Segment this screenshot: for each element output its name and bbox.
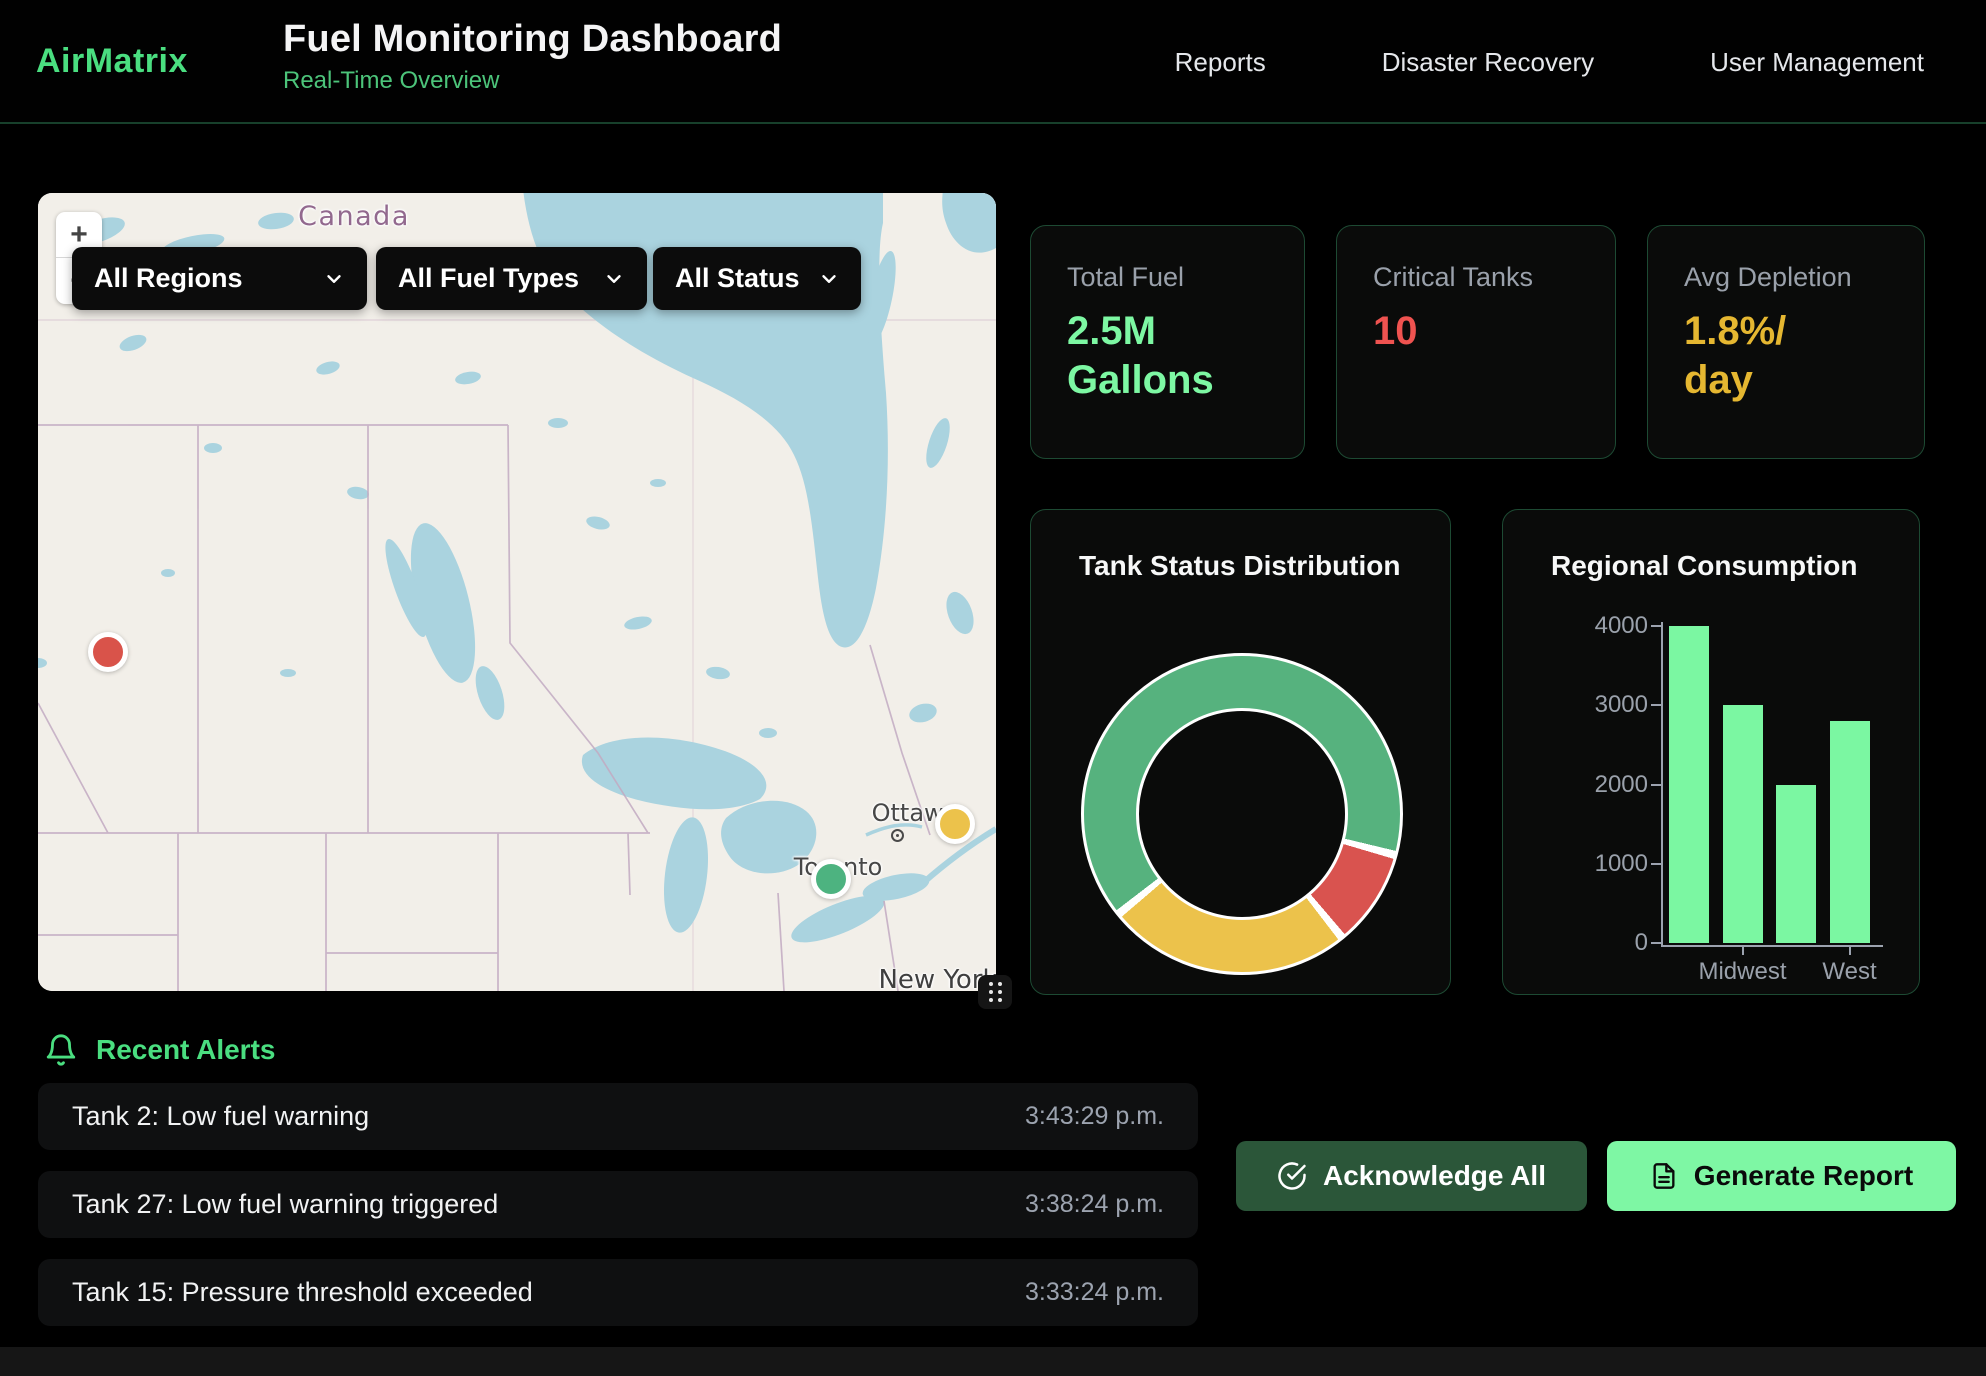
nav-user-management[interactable]: User Management (1710, 47, 1924, 78)
stat-card-avg-depletion: Avg Depletion 1.8%/ day (1647, 225, 1925, 459)
page-title: Fuel Monitoring Dashboard (283, 18, 782, 61)
x-axis-tick-label: West (1822, 958, 1876, 986)
bar-west[interactable] (1830, 721, 1870, 943)
x-axis-tick (1742, 947, 1744, 955)
chevron-down-icon (603, 268, 625, 290)
alert-timestamp: 3:43:29 p.m. (1025, 1102, 1164, 1131)
ottawa-town-symbol (891, 829, 904, 842)
fuel-type-filter-dropdown[interactable]: All Fuel Types (376, 247, 647, 310)
stat-card-total-fuel: Total Fuel 2.5M Gallons (1030, 225, 1305, 459)
tank-status-distribution-card: Tank Status Distribution (1030, 509, 1451, 995)
stat-value: 10 (1373, 307, 1579, 356)
stat-value: 1.8%/ day (1684, 307, 1888, 405)
recent-alerts-title: Recent Alerts (96, 1034, 275, 1066)
bar-south[interactable] (1776, 785, 1816, 944)
donut-hole (1136, 708, 1348, 920)
bar-midwest[interactable] (1723, 705, 1763, 943)
x-axis-tick (1849, 947, 1851, 955)
alert-timestamp: 3:38:24 p.m. (1025, 1190, 1164, 1219)
stat-label: Total Fuel (1067, 262, 1268, 293)
tank-marker-normal[interactable] (811, 859, 851, 899)
stat-label: Avg Depletion (1684, 262, 1888, 293)
header: AirMatrix Fuel Monitoring Dashboard Real… (0, 0, 1986, 124)
app-logo[interactable]: AirMatrix (36, 42, 188, 81)
nav-reports[interactable]: Reports (1175, 47, 1266, 78)
tank-marker-warning[interactable] (935, 804, 975, 844)
donut-chart-title: Tank Status Distribution (1079, 550, 1401, 582)
check-circle-icon (1277, 1161, 1307, 1191)
alert-message: Tank 15: Pressure threshold exceeded (72, 1277, 533, 1308)
map-resize-handle[interactable] (978, 975, 1012, 1009)
alert-message: Tank 2: Low fuel warning (72, 1101, 369, 1132)
alert-timestamp: 3:33:24 p.m. (1025, 1278, 1164, 1307)
status-filter-dropdown[interactable]: All Status (653, 247, 861, 310)
status-filter-label: All Status (675, 263, 800, 294)
bar-northeast[interactable] (1669, 626, 1709, 943)
y-axis-tick (1651, 704, 1661, 706)
region-filter-label: All Regions (94, 263, 243, 294)
map-basemap (38, 193, 996, 991)
tank-marker-critical[interactable] (88, 632, 128, 672)
acknowledge-all-label: Acknowledge All (1323, 1160, 1546, 1192)
x-axis-tick-label: Midwest (1698, 958, 1786, 986)
grip-dots-icon (989, 982, 1002, 1002)
main-nav: Reports Disaster Recovery User Managemen… (1175, 0, 1924, 124)
fuel-monitoring-dashboard: AirMatrix Fuel Monitoring Dashboard Real… (0, 0, 1986, 1376)
y-axis-tick (1651, 625, 1661, 627)
title-block: Fuel Monitoring Dashboard Real-Time Over… (283, 18, 782, 95)
region-filter-dropdown[interactable]: All Regions (72, 247, 367, 310)
y-axis-tick (1651, 863, 1661, 865)
stat-value: 2.5M Gallons (1067, 307, 1268, 405)
acknowledge-all-button[interactable]: Acknowledge All (1236, 1141, 1587, 1211)
y-axis-tick (1651, 942, 1661, 944)
generate-report-button[interactable]: Generate Report (1607, 1141, 1956, 1211)
stat-card-critical-tanks: Critical Tanks 10 (1336, 225, 1616, 459)
regional-consumption-bar-chart[interactable]: 0 1000 2000 3000 4000 Midwest West (1503, 510, 1919, 994)
y-axis-tick-label: 3000 (1503, 691, 1648, 719)
y-axis-tick-label: 2000 (1503, 771, 1648, 799)
bell-icon (44, 1033, 78, 1067)
generate-report-label: Generate Report (1694, 1160, 1913, 1192)
file-text-icon (1650, 1162, 1678, 1190)
alert-row[interactable]: Tank 27: Low fuel warning triggered 3:38… (38, 1171, 1198, 1238)
alert-message: Tank 27: Low fuel warning triggered (72, 1189, 498, 1220)
chevron-down-icon (818, 268, 840, 290)
stat-label: Critical Tanks (1373, 262, 1579, 293)
recent-alerts-header: Recent Alerts (44, 1030, 275, 1070)
map[interactable]: CanadaOttawaTorontoNew York + − All Regi… (38, 193, 996, 991)
nav-disaster-recovery[interactable]: Disaster Recovery (1382, 47, 1594, 78)
alert-row[interactable]: Tank 15: Pressure threshold exceeded 3:3… (38, 1259, 1198, 1326)
alert-row[interactable]: Tank 2: Low fuel warning 3:43:29 p.m. (38, 1083, 1198, 1150)
fuel-type-filter-label: All Fuel Types (398, 263, 579, 294)
y-axis-tick-label: 1000 (1503, 850, 1648, 878)
page-subtitle: Real-Time Overview (283, 67, 782, 95)
y-axis-tick-label: 0 (1503, 929, 1648, 957)
y-axis-line (1661, 622, 1663, 947)
y-axis-tick (1651, 784, 1661, 786)
regional-consumption-card: Regional Consumption 01000200030004000Mi… (1502, 509, 1920, 995)
y-axis-tick-label: 4000 (1503, 612, 1648, 640)
chevron-down-icon (323, 268, 345, 290)
footer-strip (0, 1347, 1986, 1376)
